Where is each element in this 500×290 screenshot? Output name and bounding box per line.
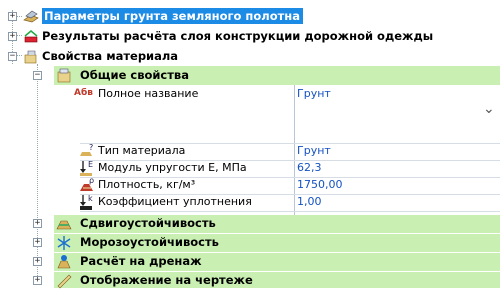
- property-label: Полное название: [98, 87, 199, 100]
- collapse-minus-icon[interactable]: −: [8, 52, 17, 61]
- material-type-icon: ?: [80, 143, 93, 156]
- drainage-icon: [57, 255, 71, 269]
- tree-node-shear[interactable]: Сдвигоустойчивость: [54, 215, 500, 233]
- property-value[interactable]: 1,00: [297, 195, 322, 208]
- svg-text:?: ?: [89, 143, 93, 152]
- property-row-modulus[interactable]: E Модуль упругости Е, МПа 62,3: [0, 160, 500, 177]
- tree-node-label[interactable]: Сдвигоустойчивость: [80, 216, 216, 230]
- material-properties-icon: [24, 50, 37, 64]
- tree-node-label[interactable]: Результаты расчёта слоя конструкции доро…: [42, 29, 433, 43]
- tree-node-label[interactable]: Свойства материала: [42, 49, 178, 63]
- text-type-icon: Абв: [74, 88, 93, 98]
- property-value[interactable]: Грунт: [297, 144, 331, 157]
- expand-plus-icon[interactable]: +: [33, 219, 42, 228]
- property-row-material-type[interactable]: ? Тип материала Грунт: [0, 143, 500, 160]
- tree-node-general[interactable]: Общие свойства: [54, 66, 500, 85]
- drawing-icon: [57, 274, 72, 289]
- tree-node-subgrade[interactable]: + Параметры грунта земляного полотна: [0, 7, 500, 26]
- tree-node-label[interactable]: Параметры грунта земляного полотна: [42, 8, 303, 24]
- tree-node-drain[interactable]: Расчёт на дренаж: [54, 253, 500, 271]
- property-label: Модуль упругости Е, МПа: [98, 161, 247, 174]
- shear-icon: [56, 220, 72, 230]
- property-label: Тип материала: [98, 144, 186, 157]
- property-row-full-name[interactable]: Абв Полное название Грунт ⌄: [0, 85, 500, 143]
- density-icon: ρ: [80, 176, 94, 191]
- expand-plus-icon[interactable]: +: [33, 257, 42, 266]
- tree-node-label[interactable]: Морозоустойчивость: [80, 235, 219, 249]
- tree-node-label[interactable]: Отображение на чертеже: [80, 273, 253, 287]
- property-row-compaction[interactable]: k Коэффициент уплотнения 1,00: [0, 194, 500, 211]
- soil-layers-icon: [23, 10, 39, 23]
- expand-plus-icon[interactable]: +: [33, 238, 42, 247]
- tree-node-material[interactable]: − Свойства материала: [0, 47, 500, 66]
- property-row-density[interactable]: ρ Плотность, кг/м³ 1750,00: [0, 176, 500, 194]
- calc-results-icon: [24, 30, 38, 43]
- compaction-icon: k: [80, 194, 93, 210]
- modulus-icon: E: [80, 160, 93, 176]
- svg-text:E: E: [88, 160, 93, 169]
- svg-text:ρ: ρ: [89, 176, 94, 185]
- tree-node-frost[interactable]: Морозоустойчивость: [54, 234, 500, 252]
- property-value[interactable]: Грунт: [297, 87, 331, 100]
- property-label: Коэффициент уплотнения: [98, 195, 252, 208]
- expand-plus-icon[interactable]: +: [33, 276, 42, 285]
- svg-text:k: k: [88, 194, 93, 203]
- dropdown-chevron-icon[interactable]: ⌄: [483, 101, 495, 117]
- property-label: Плотность, кг/м³: [98, 178, 196, 191]
- snowflake-icon: [57, 236, 71, 250]
- tree-node-label[interactable]: Общие свойства: [80, 68, 189, 82]
- expand-plus-icon[interactable]: +: [8, 32, 17, 41]
- tree-node-drawing[interactable]: Отображение на чертеже: [54, 272, 500, 288]
- tree-node-calc-results[interactable]: + Результаты расчёта слоя конструкции до…: [0, 27, 500, 46]
- row-divider: [80, 211, 500, 212]
- general-properties-icon: [57, 68, 71, 83]
- collapse-minus-icon[interactable]: −: [33, 71, 42, 80]
- expand-plus-icon[interactable]: +: [8, 12, 17, 21]
- property-value[interactable]: 62,3: [297, 161, 322, 174]
- tree-node-label[interactable]: Расчёт на дренаж: [80, 254, 202, 268]
- property-value[interactable]: 1750,00: [297, 178, 343, 191]
